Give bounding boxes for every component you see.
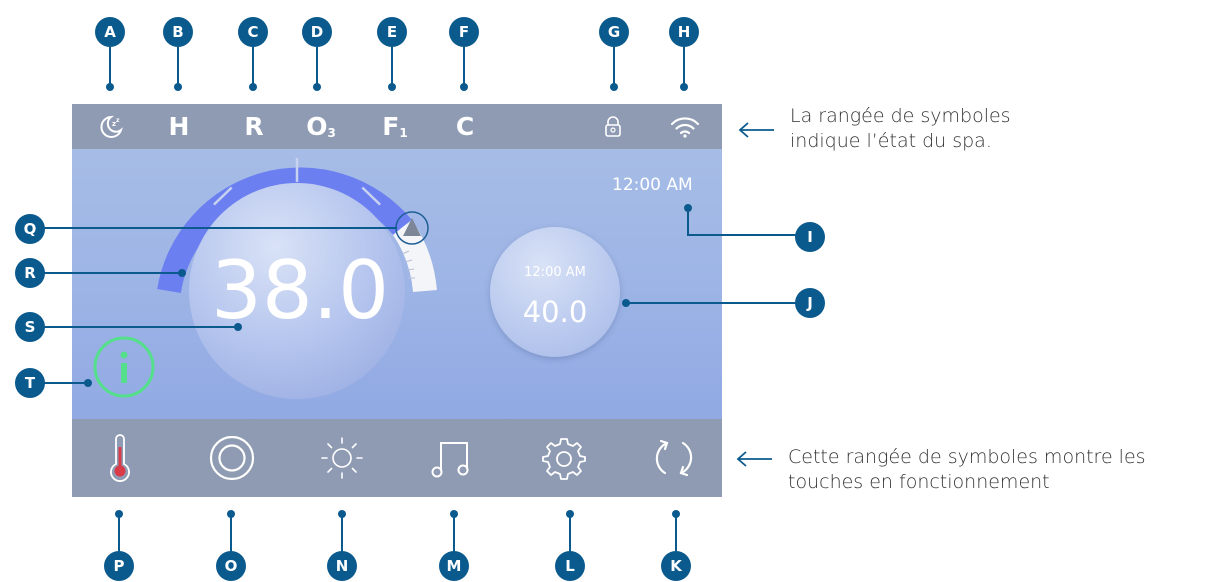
leader-f [463,47,465,87]
dot-a [106,83,114,91]
leader-n [341,514,343,554]
arrow-status [738,122,774,138]
leader-c [252,47,254,87]
dot-g [610,83,618,91]
dot-h [680,83,688,91]
leader-j [626,302,798,304]
info-icon-stem [121,363,127,383]
leader-b [177,47,179,87]
marker-o: O [216,551,246,581]
marker-t: Q [15,214,45,244]
thermometer-icon[interactable] [90,419,150,497]
marker-s: R [15,258,45,288]
marker-c: C [238,17,268,47]
marker-m: M [439,551,469,581]
leader-r [44,326,238,328]
leader-p [118,514,120,554]
leader-h [683,47,685,87]
leader-g [613,47,615,87]
marker-n: N [327,551,357,581]
button-row-annotation: Cette rangée de symboles montre les touc… [788,445,1146,495]
leader-q [44,382,88,384]
leader-m [453,514,455,554]
button-row-annotation-line1: Cette rangée de symboles montre les [788,446,1146,468]
marker-d: D [302,17,332,47]
button-bar [72,419,722,497]
marker-r: S [15,312,45,342]
leader-i-h [687,234,797,236]
leader-d [316,47,318,87]
button-row-annotation-line2: touches en fonctionnement [788,471,1050,493]
marker-e: E [377,17,407,47]
set-temperature-circle[interactable]: 12:00 AM 40.0 [490,227,620,357]
leader-t [44,227,397,229]
leader-e [391,47,393,87]
marker-q: T [15,368,45,398]
leader-i-v [687,208,689,235]
leader-k [675,514,677,554]
set-temperature-time: 12:00 AM [524,265,586,280]
dot-q [84,379,92,387]
dot-f [460,83,468,91]
marker-l: L [555,551,585,581]
dot-d [313,83,321,91]
marker-p: P [104,551,134,581]
marker-k: K [661,551,691,581]
set-temperature-value: 40.0 [522,295,588,329]
settings-gear-icon[interactable] [534,419,594,497]
status-row-annotation: La rangée de symboles indique l’état du … [790,104,1011,154]
water-temperature: 38.0 [210,244,390,337]
light-icon[interactable] [312,419,372,497]
info-icon-dot [120,351,128,359]
music-icon[interactable] [422,419,482,497]
marker-h: H [669,17,699,47]
dot-e [388,83,396,91]
arrow-buttons [736,451,772,467]
leader-s [44,272,182,274]
status-row-annotation-line2: indique l’état du spa. [790,130,992,152]
status-row-annotation-line1: La rangée de symboles [790,105,1011,127]
marker-g: G [599,17,629,47]
leader-l [569,514,571,554]
marker-f: F [449,17,479,47]
leader-a [109,47,111,87]
dot-r [234,323,242,331]
marker-b: B [163,17,193,47]
dot-s [178,269,186,277]
pump-icon[interactable] [202,419,262,497]
marker-i: I [795,222,825,252]
dot-c [249,83,257,91]
marker-a: A [95,17,125,47]
refresh-icon[interactable] [644,419,704,497]
marker-j: J [795,288,825,318]
dot-b [174,83,182,91]
leader-o [230,514,232,554]
